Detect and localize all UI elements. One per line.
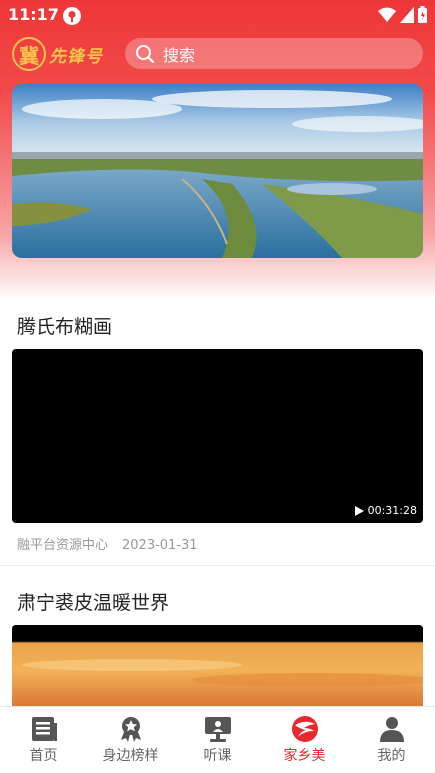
app-header: 冀 先锋号 搜索: [0, 34, 435, 74]
tab-mine[interactable]: 我的: [348, 707, 435, 773]
banner-image[interactable]: [12, 84, 423, 258]
ribbon-badge-icon: [120, 717, 141, 742]
tab-label: 我的: [377, 748, 406, 764]
battery-icon: [418, 6, 427, 23]
divider: [0, 565, 435, 566]
app-logo: 冀 先锋号: [12, 36, 112, 72]
logo-seal: 冀: [12, 37, 46, 71]
tab-role-models[interactable]: 身边榜样: [87, 707, 174, 773]
tab-hometown[interactable]: 家乡美: [261, 707, 348, 773]
video-duration: 00:31:28: [354, 504, 417, 517]
search-icon: [136, 44, 155, 63]
lecture-board-icon: [204, 717, 231, 742]
location-pin-icon: [63, 7, 81, 25]
video-player[interactable]: 00:31:28: [12, 349, 423, 523]
person-icon: [379, 717, 404, 742]
tab-lectures[interactable]: 听课: [174, 707, 261, 773]
duration-text: 00:31:28: [367, 504, 417, 517]
sunset-thumbnail: [12, 625, 423, 715]
hometown-logo-icon: [291, 716, 318, 742]
search-placeholder: 搜索: [163, 45, 196, 65]
feed-item-meta: 融平台资源中心 2023-01-31: [17, 534, 198, 553]
logo-text: 先锋号: [49, 46, 103, 67]
newspaper-icon: [31, 717, 57, 741]
wifi-icon: [378, 7, 396, 22]
feed-item-title[interactable]: 肃宁裘皮温暖世界: [17, 588, 169, 615]
status-icons: [378, 6, 427, 23]
feed-item-source: 融平台资源中心: [17, 538, 109, 553]
aerial-lake-photo: [12, 84, 423, 258]
tab-label: 听课: [203, 748, 232, 764]
play-icon: [354, 505, 364, 516]
tab-label: 首页: [29, 748, 58, 764]
signal-icon: [400, 6, 414, 23]
tab-home[interactable]: 首页: [0, 707, 87, 773]
tab-label: 家乡美: [283, 748, 326, 764]
search-bar[interactable]: 搜索: [125, 38, 423, 69]
feed-item-title[interactable]: 腾氏布糊画: [17, 312, 112, 339]
status-time: 11:17: [8, 5, 59, 24]
bottom-tab-bar: 首页 身边榜样 听课 家乡美 我的: [0, 706, 435, 773]
status-bar: 11:17: [0, 0, 435, 30]
tab-label: 身边榜样: [102, 748, 159, 764]
video-player[interactable]: [12, 625, 423, 715]
feed-item-date: 2023-01-31: [122, 538, 198, 553]
